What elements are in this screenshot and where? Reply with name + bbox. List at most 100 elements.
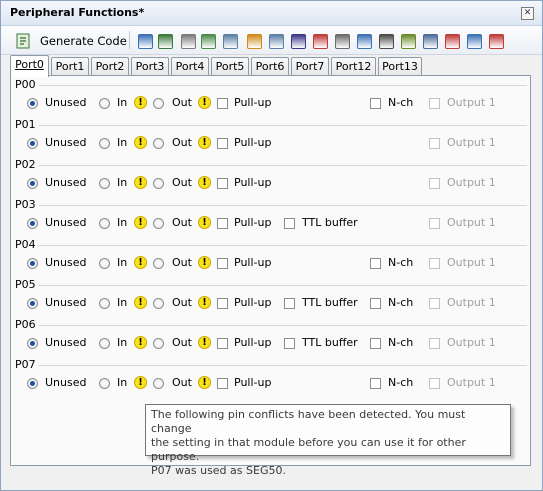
tooltip-line-1: The following pin conflicts have been de…	[151, 408, 466, 435]
out-radio[interactable]	[153, 258, 164, 269]
window-title: Peripheral Functions*	[10, 6, 145, 19]
gear-icon[interactable]	[158, 34, 173, 49]
chip-icon[interactable]	[379, 34, 394, 49]
in-radio[interactable]	[99, 138, 110, 149]
tab-port1[interactable]: Port1	[51, 57, 89, 76]
lcd-icon[interactable]	[401, 34, 416, 49]
pullup-checkbox[interactable]	[217, 218, 228, 229]
output1-checkbox	[429, 298, 440, 309]
ttl-buffer-label: TTL buffer	[302, 336, 358, 349]
tab-port6[interactable]: Port6	[251, 57, 289, 76]
timer-icon[interactable]	[181, 34, 196, 49]
pin-icon[interactable]	[357, 34, 372, 49]
output1-checkbox	[429, 178, 440, 189]
tab-port0[interactable]: Port0	[10, 55, 49, 77]
group-divider	[35, 245, 527, 246]
tab-port3[interactable]: Port3	[131, 57, 169, 76]
sound-icon[interactable]	[269, 34, 284, 49]
generate-code-button[interactable]: Generate Code	[40, 34, 127, 48]
pullup-label: Pull-up	[234, 296, 272, 309]
link-icon[interactable]	[291, 34, 306, 49]
out-radio[interactable]	[153, 138, 164, 149]
output1-label: Output 1	[447, 296, 496, 309]
in-label: In	[117, 336, 128, 349]
out-radio[interactable]	[153, 338, 164, 349]
in-radio[interactable]	[99, 218, 110, 229]
unused-radio[interactable]	[27, 138, 38, 149]
pin-group-p04: P04 Unused In! Out! Pull-up N-ch Output 1	[15, 238, 527, 278]
pin-group-p07: P07 Unused In! Out! Pull-up N-ch Output 1	[15, 358, 527, 398]
out-warning-icon: !	[198, 256, 211, 269]
in-radio[interactable]	[99, 178, 110, 189]
ttl-buffer-checkbox[interactable]	[284, 218, 295, 229]
out-radio[interactable]	[153, 178, 164, 189]
unused-radio[interactable]	[27, 178, 38, 189]
plug-icon[interactable]	[445, 34, 460, 49]
nch-checkbox[interactable]	[370, 258, 381, 269]
grid-icon[interactable]	[223, 34, 238, 49]
tab-port2[interactable]: Port2	[91, 57, 129, 76]
generate-code-icon[interactable]	[16, 33, 30, 49]
group-divider	[35, 85, 527, 86]
clock-icon[interactable]	[247, 34, 262, 49]
tab-port13[interactable]: Port13	[378, 57, 422, 76]
nch-label: N-ch	[388, 96, 414, 109]
pullup-checkbox[interactable]	[217, 178, 228, 189]
signal-icon[interactable]	[313, 34, 328, 49]
tab-port7[interactable]: Port7	[291, 57, 329, 76]
output1-label: Output 1	[447, 136, 496, 149]
tab-port5[interactable]: Port5	[211, 57, 249, 76]
pullup-checkbox[interactable]	[217, 138, 228, 149]
in-radio[interactable]	[99, 338, 110, 349]
unused-radio[interactable]	[27, 338, 38, 349]
pullup-label: Pull-up	[234, 136, 272, 149]
pullup-checkbox[interactable]	[217, 298, 228, 309]
pullup-checkbox[interactable]	[217, 378, 228, 389]
ttl-buffer-checkbox[interactable]	[284, 298, 295, 309]
group-divider	[35, 125, 527, 126]
unused-radio[interactable]	[27, 298, 38, 309]
nch-checkbox[interactable]	[370, 378, 381, 389]
tab-port12[interactable]: Port12	[331, 57, 376, 76]
pullup-checkbox[interactable]	[217, 338, 228, 349]
in-radio[interactable]	[99, 258, 110, 269]
in-label: In	[117, 176, 128, 189]
close-icon[interactable]: ✕	[521, 7, 534, 20]
network-icon[interactable]	[423, 34, 438, 49]
clock-tree-icon[interactable]	[138, 34, 153, 49]
module-icon[interactable]	[467, 34, 482, 49]
in-radio[interactable]	[99, 378, 110, 389]
unused-radio[interactable]	[27, 218, 38, 229]
unused-radio[interactable]	[27, 378, 38, 389]
unused-radio[interactable]	[27, 98, 38, 109]
in-warning-icon: !	[134, 136, 147, 149]
nch-checkbox[interactable]	[370, 298, 381, 309]
pullup-checkbox[interactable]	[217, 258, 228, 269]
in-radio[interactable]	[99, 98, 110, 109]
in-warning-icon: !	[134, 256, 147, 269]
pullup-checkbox[interactable]	[217, 98, 228, 109]
out-radio[interactable]	[153, 98, 164, 109]
unused-radio[interactable]	[27, 258, 38, 269]
out-radio[interactable]	[153, 298, 164, 309]
waveform-icon[interactable]	[335, 34, 350, 49]
pin-group-p06: P06 Unused In! Out! Pull-up TTL buffer N-ch Out…	[15, 318, 527, 358]
output1-checkbox	[429, 338, 440, 349]
output1-label: Output 1	[447, 376, 496, 389]
nch-checkbox[interactable]	[370, 98, 381, 109]
tooltip-line-3: P07 was used as SEG50.	[151, 464, 286, 477]
out-label: Out	[172, 296, 192, 309]
out-radio[interactable]	[153, 378, 164, 389]
out-radio[interactable]	[153, 218, 164, 229]
output1-checkbox	[429, 258, 440, 269]
battery-icon[interactable]	[489, 34, 504, 49]
out-label: Out	[172, 256, 192, 269]
watchdog-icon[interactable]	[201, 34, 216, 49]
ttl-buffer-checkbox[interactable]	[284, 338, 295, 349]
nch-checkbox[interactable]	[370, 338, 381, 349]
in-radio[interactable]	[99, 298, 110, 309]
tab-port4[interactable]: Port4	[171, 57, 209, 76]
pullup-label: Pull-up	[234, 336, 272, 349]
nch-label: N-ch	[388, 256, 414, 269]
ttl-buffer-label: TTL buffer	[302, 216, 358, 229]
